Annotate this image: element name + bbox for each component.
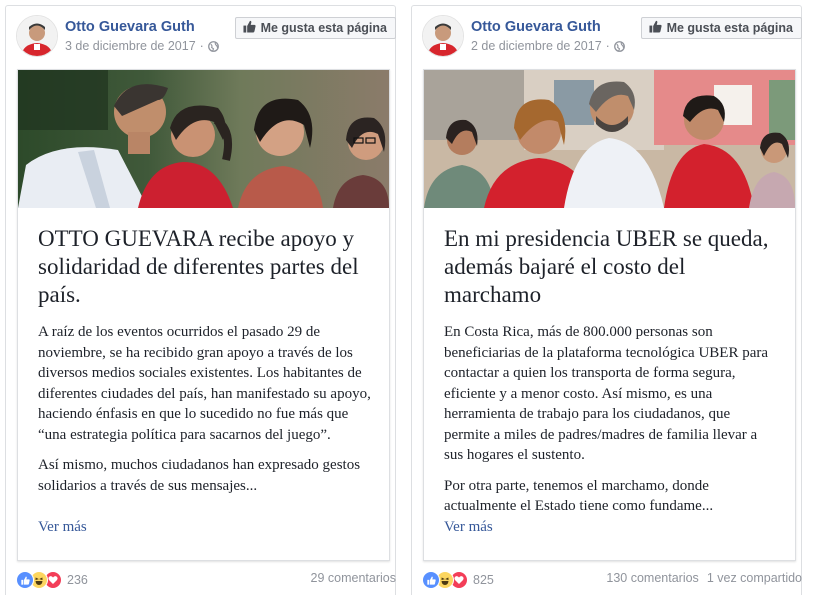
author-name[interactable]: Otto Guevara Guth	[471, 19, 601, 35]
see-more-link[interactable]: Ver más	[444, 519, 493, 536]
meta-separator: ·	[605, 39, 610, 53]
article-title[interactable]: En mi presidencia UBER se queda, además …	[444, 225, 779, 309]
like-page-button[interactable]: Me gusta esta página	[640, 17, 802, 39]
post-meta: 3 de diciembre de 2017 ·	[65, 39, 219, 55]
preview-image[interactable]	[18, 70, 389, 208]
link-preview-card[interactable]: OTTO GUEVARA recibe apoyo y solidaridad …	[17, 69, 390, 561]
thumbs-up-icon	[649, 20, 662, 36]
comments-count[interactable]: 130 comentarios	[606, 571, 698, 585]
article-excerpt: A raíz de los eventos ocurridos el pasad…	[38, 322, 373, 506]
post-date[interactable]: 2 de diciembre de 2017	[471, 39, 602, 53]
see-more-link[interactable]: Ver más	[38, 519, 87, 536]
excerpt-paragraph: En Costa Rica, más de 800.000 personas s…	[444, 324, 769, 463]
like-page-label: Me gusta esta página	[260, 21, 387, 35]
preview-image[interactable]	[424, 70, 795, 208]
post-footer: 236 29 comentarios	[16, 571, 396, 591]
avatar[interactable]	[422, 15, 464, 57]
excerpt-paragraph: Por otra parte, tenemos el marchamo, don…	[444, 477, 714, 515]
reaction-count[interactable]: 236	[67, 573, 88, 587]
post-date[interactable]: 3 de diciembre de 2017	[65, 39, 196, 53]
post-1: Otto Guevara Guth 3 de diciembre de 2017…	[5, 0, 396, 595]
engagement-stats: 29 comentarios	[303, 571, 396, 585]
reactions-summary[interactable]: 236	[16, 571, 88, 589]
like-page-button[interactable]: Me gusta esta página	[234, 17, 396, 39]
thumbs-up-icon	[243, 20, 256, 36]
engagement-stats: 130 comentarios 1 vez compartido	[598, 571, 802, 585]
post-meta: 2 de diciembre de 2017 ·	[471, 39, 625, 55]
globe-icon	[207, 41, 219, 55]
post-2: Otto Guevara Guth 2 de diciembre de 2017…	[411, 0, 802, 595]
meta-separator: ·	[199, 39, 204, 53]
author-name[interactable]: Otto Guevara Guth	[65, 19, 195, 35]
avatar[interactable]	[16, 15, 58, 57]
like-page-label: Me gusta esta página	[666, 21, 793, 35]
comments-count[interactable]: 29 comentarios	[311, 571, 396, 585]
like-icon	[16, 571, 34, 589]
excerpt-paragraph: A raíz de los eventos ocurridos el pasad…	[38, 324, 371, 443]
globe-icon	[613, 41, 625, 55]
like-icon	[422, 571, 440, 589]
post-footer: 825 130 comentarios 1 vez compartido	[422, 571, 802, 591]
excerpt-paragraph: Así mismo, muchos ciudadanos han expresa…	[38, 457, 361, 494]
article-excerpt: En Costa Rica, más de 800.000 personas s…	[444, 322, 779, 527]
shares-count[interactable]: 1 vez compartido	[707, 571, 802, 585]
reaction-count[interactable]: 825	[473, 573, 494, 587]
link-preview-card[interactable]: En mi presidencia UBER se queda, además …	[423, 69, 796, 561]
reactions-summary[interactable]: 825	[422, 571, 494, 589]
article-title[interactable]: OTTO GUEVARA recibe apoyo y solidaridad …	[38, 225, 373, 309]
